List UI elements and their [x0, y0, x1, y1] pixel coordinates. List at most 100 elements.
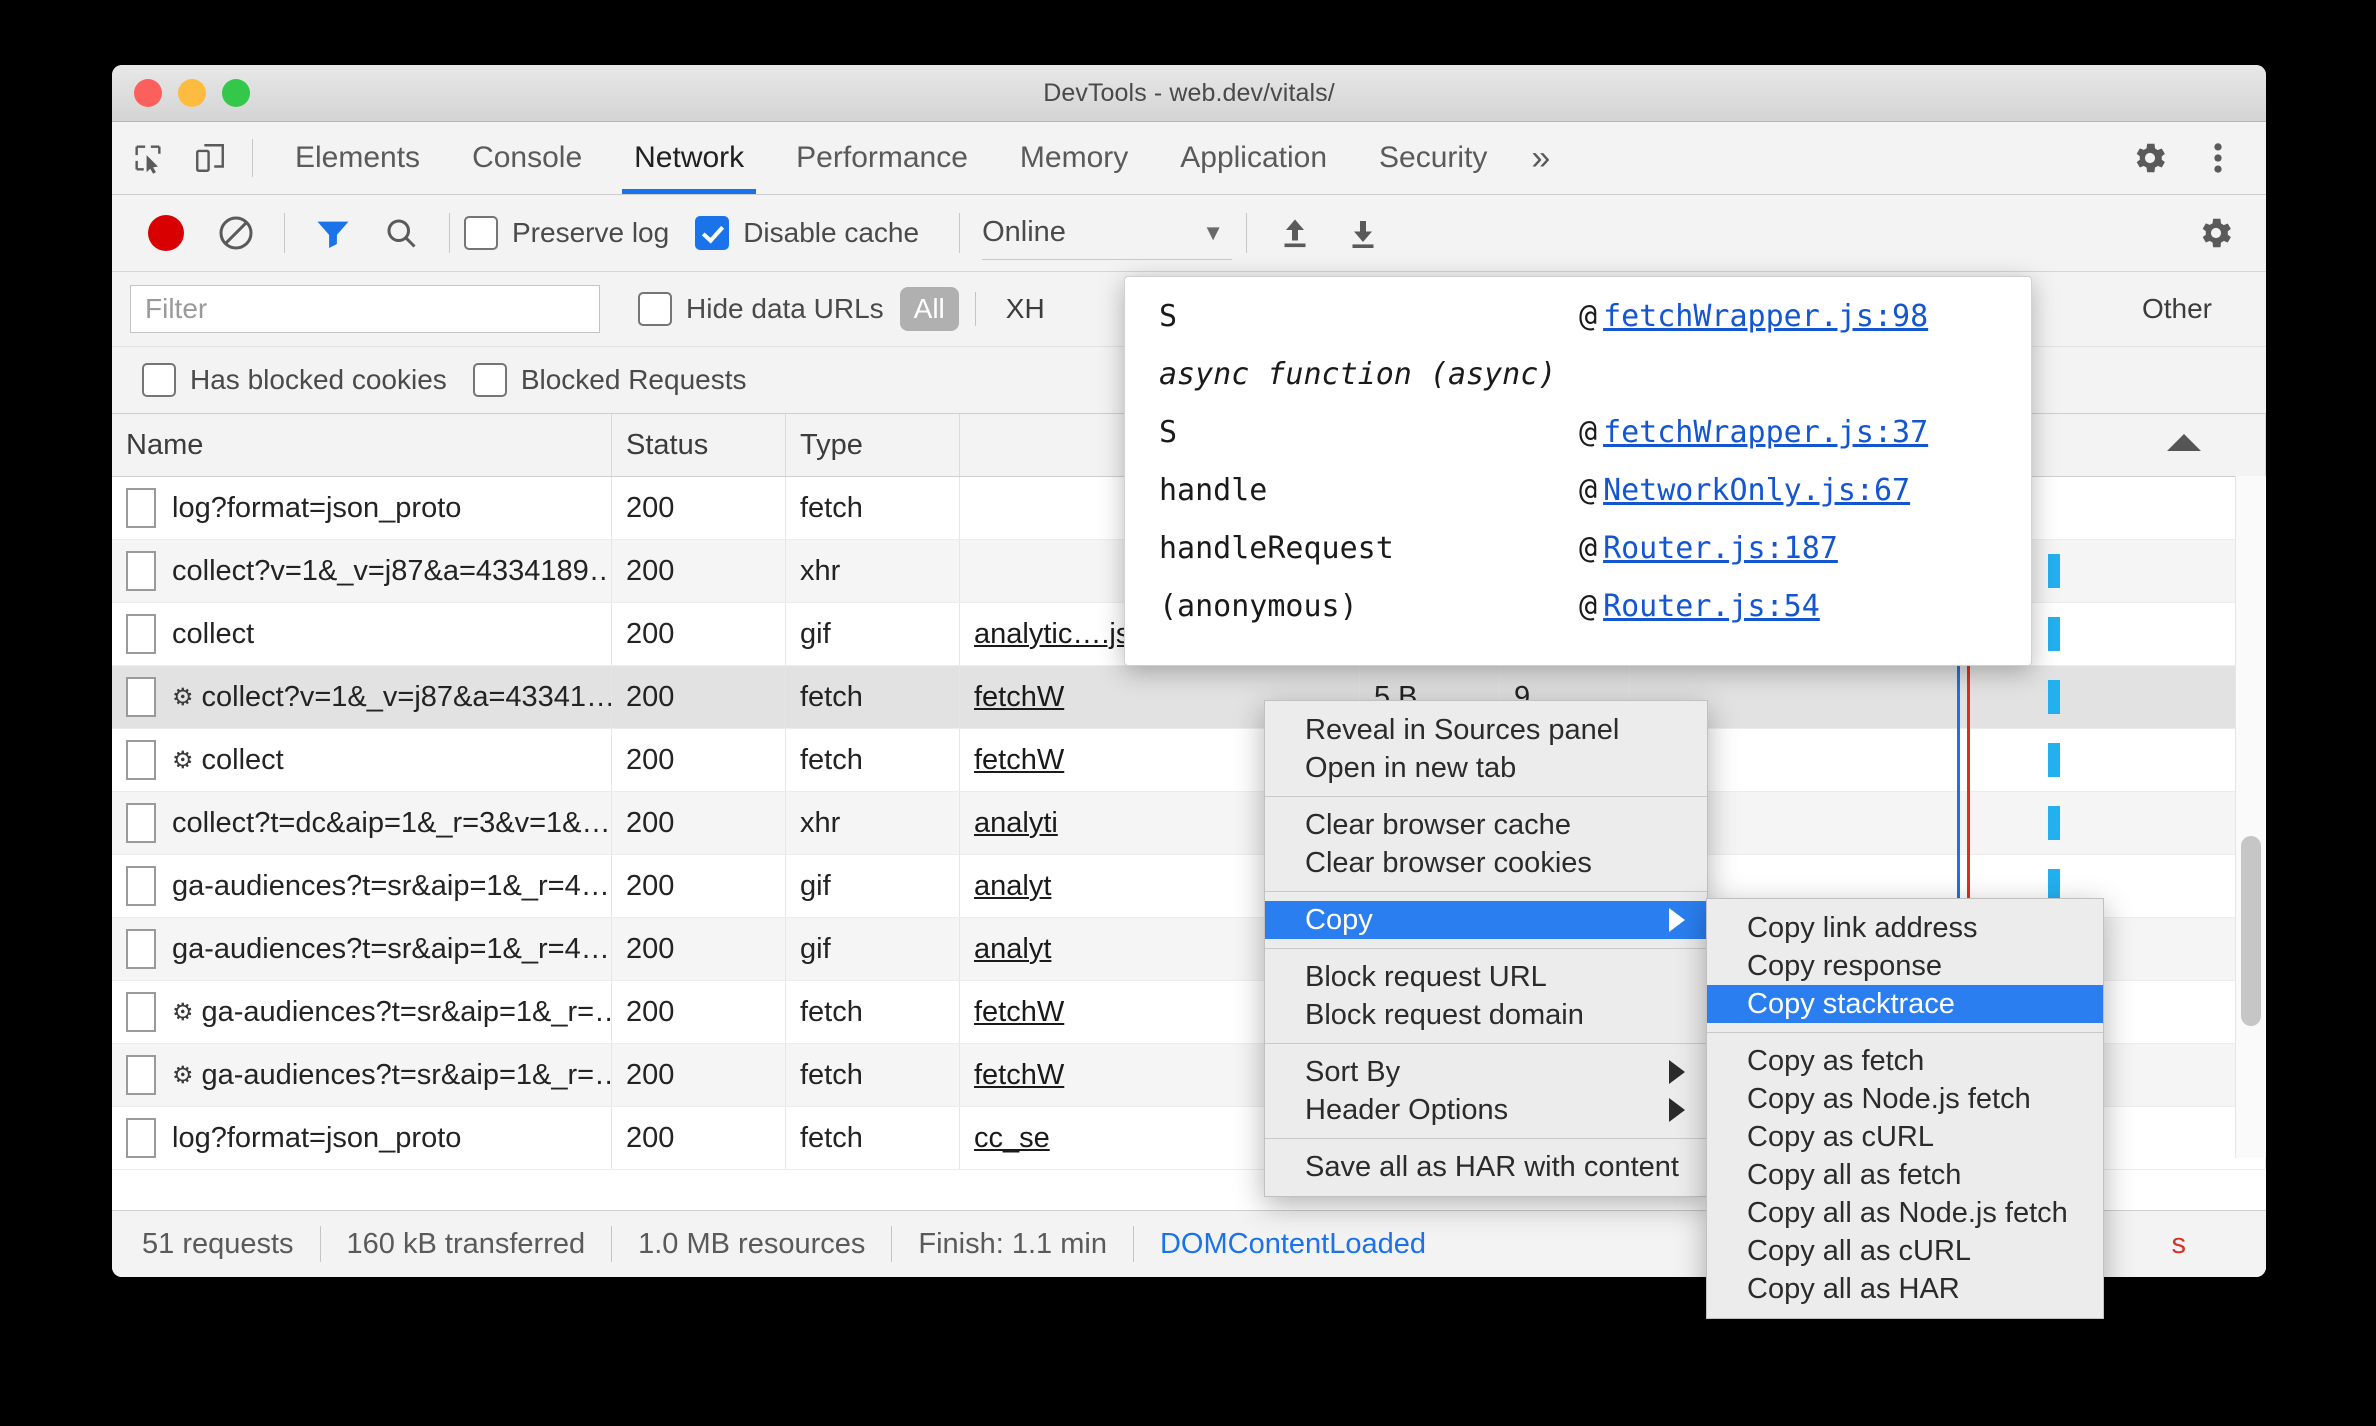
- submenu-item-copy-stacktrace[interactable]: Copy stacktrace: [1707, 985, 2103, 1023]
- source-link[interactable]: Router.js:187: [1603, 531, 1838, 566]
- row-checkbox[interactable]: [126, 866, 156, 906]
- type-filter-xhr[interactable]: XH: [992, 287, 1059, 331]
- menu-item-block-request-url[interactable]: Block request URL: [1265, 958, 1707, 996]
- disable-cache-checkbox[interactable]: Disable cache: [695, 216, 945, 250]
- device-toolbar-icon[interactable]: [184, 132, 236, 184]
- row-checkbox[interactable]: [126, 740, 156, 780]
- vertical-scrollbar[interactable]: [2235, 476, 2266, 1158]
- copy-submenu[interactable]: Copy link address Copy response Copy stack…: [1706, 898, 2104, 1319]
- hide-data-urls-checkbox[interactable]: Hide data URLs: [638, 292, 894, 326]
- menu-item-reveal-in-sources-panel[interactable]: Reveal in Sources panel: [1265, 711, 1707, 749]
- download-har-icon[interactable]: [1339, 209, 1387, 257]
- type-filter-all[interactable]: All: [899, 287, 959, 331]
- scrollbar-thumb[interactable]: [2241, 836, 2261, 1026]
- screenshot-root: DevTools - web.dev/vitals/ Elements Cons…: [0, 0, 2376, 1426]
- preserve-log-checkbox[interactable]: Preserve log: [464, 216, 695, 250]
- column-header-status[interactable]: Status: [612, 414, 786, 476]
- menu-item-clear-browser-cookies[interactable]: Clear browser cookies: [1265, 844, 1707, 882]
- more-tabs-icon[interactable]: »: [1513, 139, 1568, 178]
- tab-performance[interactable]: Performance: [770, 122, 994, 194]
- row-checkbox[interactable]: [126, 1118, 156, 1158]
- menu-item-sort-by[interactable]: Sort By: [1265, 1053, 1707, 1091]
- upload-har-icon[interactable]: [1271, 209, 1319, 257]
- source-link[interactable]: Router.js:54: [1603, 589, 1820, 624]
- cell-name[interactable]: ⚙ collect?v=1&_v=j87&a=43341…: [112, 666, 612, 728]
- cell-name[interactable]: ⚙ ga-audiences?t=sr&aip=1&_r=…: [112, 1044, 612, 1106]
- menu-item-clear-browser-cache[interactable]: Clear browser cache: [1265, 806, 1707, 844]
- submenu-item-copy-as-fetch[interactable]: Copy as fetch: [1707, 1042, 2103, 1080]
- request-name: log?format=json_proto: [172, 1121, 462, 1154]
- checkbox-box[interactable]: [464, 216, 498, 250]
- tab-console[interactable]: Console: [446, 122, 608, 194]
- column-header-name[interactable]: Name: [112, 414, 612, 476]
- cell-name[interactable]: log?format=json_proto: [112, 1107, 612, 1169]
- row-checkbox[interactable]: [126, 614, 156, 654]
- submenu-item-copy-as-curl[interactable]: Copy as cURL: [1707, 1118, 2103, 1156]
- submenu-item-copy-all-as-curl[interactable]: Copy all as cURL: [1707, 1232, 2103, 1270]
- tab-elements[interactable]: Elements: [269, 122, 446, 194]
- table-row[interactable]: collect?t=dc&aip=1&_r=3&v=1&… 200 xhr analy…: [112, 792, 2266, 855]
- cell-name[interactable]: ga-audiences?t=sr&aip=1&_r=4…: [112, 918, 612, 980]
- waterfall-bar: [2048, 680, 2060, 714]
- checkbox-box[interactable]: [638, 292, 672, 326]
- filter-input[interactable]: Filter: [130, 285, 600, 333]
- window-title: DevTools - web.dev/vitals/: [1043, 78, 1335, 107]
- table-row[interactable]: ⚙ collect?v=1&_v=j87&a=43341… 200 fetch fetc…: [112, 666, 2266, 729]
- column-header-type[interactable]: Type: [786, 414, 960, 476]
- cell-name[interactable]: ⚙ ga-audiences?t=sr&aip=1&_r=…: [112, 981, 612, 1043]
- menu-item-copy[interactable]: Copy: [1265, 901, 1707, 939]
- more-vertical-icon[interactable]: [2192, 132, 2244, 184]
- menu-item-label: Header Options: [1305, 1093, 1509, 1126]
- row-checkbox[interactable]: [126, 803, 156, 843]
- table-row[interactable]: ⚙collect200fetchfetchW7 B9…: [112, 729, 2266, 792]
- blocked-requests-checkbox[interactable]: Blocked Requests: [472, 363, 773, 397]
- checkbox-box[interactable]: [472, 363, 507, 397]
- source-link[interactable]: NetworkOnly.js:67: [1603, 473, 1910, 508]
- row-checkbox[interactable]: [126, 551, 156, 591]
- menu-item-block-request-domain[interactable]: Block request domain: [1265, 996, 1707, 1034]
- cell-name[interactable]: collect: [112, 603, 612, 665]
- throttle-select[interactable]: Online ▼: [982, 207, 1233, 260]
- cell-name[interactable]: collect?v=1&_v=j87&a=4334189…: [112, 540, 612, 602]
- source-link[interactable]: fetchWrapper.js:37: [1603, 415, 1928, 450]
- checkbox-box[interactable]: [142, 363, 176, 397]
- tab-security[interactable]: Security: [1353, 122, 1513, 194]
- gear-icon[interactable]: [2192, 209, 2240, 257]
- tab-memory[interactable]: Memory: [994, 122, 1154, 194]
- checkbox-box[interactable]: [695, 216, 730, 250]
- has-blocked-cookies-checkbox[interactable]: Has blocked cookies: [142, 363, 473, 397]
- submenu-item-copy-as-node-js-fetch[interactable]: Copy as Node.js fetch: [1707, 1080, 2103, 1118]
- row-checkbox[interactable]: [126, 1055, 156, 1095]
- submenu-item-copy-response[interactable]: Copy response: [1707, 947, 2103, 985]
- submenu-item-copy-all-as-har[interactable]: Copy all as HAR: [1707, 1270, 2103, 1308]
- type-filter-other[interactable]: Other: [2128, 287, 2226, 331]
- submenu-item-copy-all-as-node-js-fetch[interactable]: Copy all as Node.js fetch: [1707, 1194, 2103, 1232]
- inspect-element-icon[interactable]: [122, 132, 174, 184]
- cell-name[interactable]: collect?t=dc&aip=1&_r=3&v=1&…: [112, 792, 612, 854]
- at-symbol: @: [1579, 589, 1598, 624]
- cell-name[interactable]: log?format=json_proto: [112, 477, 612, 539]
- menu-item-open-in-new-tab[interactable]: Open in new tab: [1265, 749, 1707, 787]
- filter-funnel-icon[interactable]: [309, 209, 357, 257]
- submenu-item-copy-link-address[interactable]: Copy link address: [1707, 909, 2103, 947]
- row-checkbox[interactable]: [126, 992, 156, 1032]
- request-context-menu[interactable]: Reveal in Sources panel Open in new tab Cl…: [1264, 700, 1708, 1197]
- search-icon[interactable]: [377, 209, 425, 257]
- record-button-icon[interactable]: [148, 215, 184, 251]
- submenu-item-copy-all-as-fetch[interactable]: Copy all as fetch: [1707, 1156, 2103, 1194]
- menu-item-save-all-as-har-with-content[interactable]: Save all as HAR with content: [1265, 1148, 1707, 1186]
- chevron-down-icon[interactable]: ▼: [1202, 220, 1224, 246]
- menu-item-header-options[interactable]: Header Options: [1265, 1091, 1707, 1129]
- row-checkbox[interactable]: [126, 677, 156, 717]
- tab-application[interactable]: Application: [1154, 122, 1353, 194]
- row-checkbox[interactable]: [126, 929, 156, 969]
- clear-icon[interactable]: [212, 209, 260, 257]
- frame-function: S: [1159, 299, 1178, 334]
- gear-icon[interactable]: [2124, 132, 2176, 184]
- cell-name[interactable]: ⚙ collect: [112, 729, 612, 791]
- row-checkbox[interactable]: [126, 488, 156, 528]
- source-link[interactable]: fetchWrapper.js:98: [1603, 299, 1928, 334]
- cell-name[interactable]: ga-audiences?t=sr&aip=1&_r=4…: [112, 855, 612, 917]
- menu-item-label: Copy: [1305, 903, 1373, 936]
- tab-network[interactable]: Network: [608, 122, 770, 194]
